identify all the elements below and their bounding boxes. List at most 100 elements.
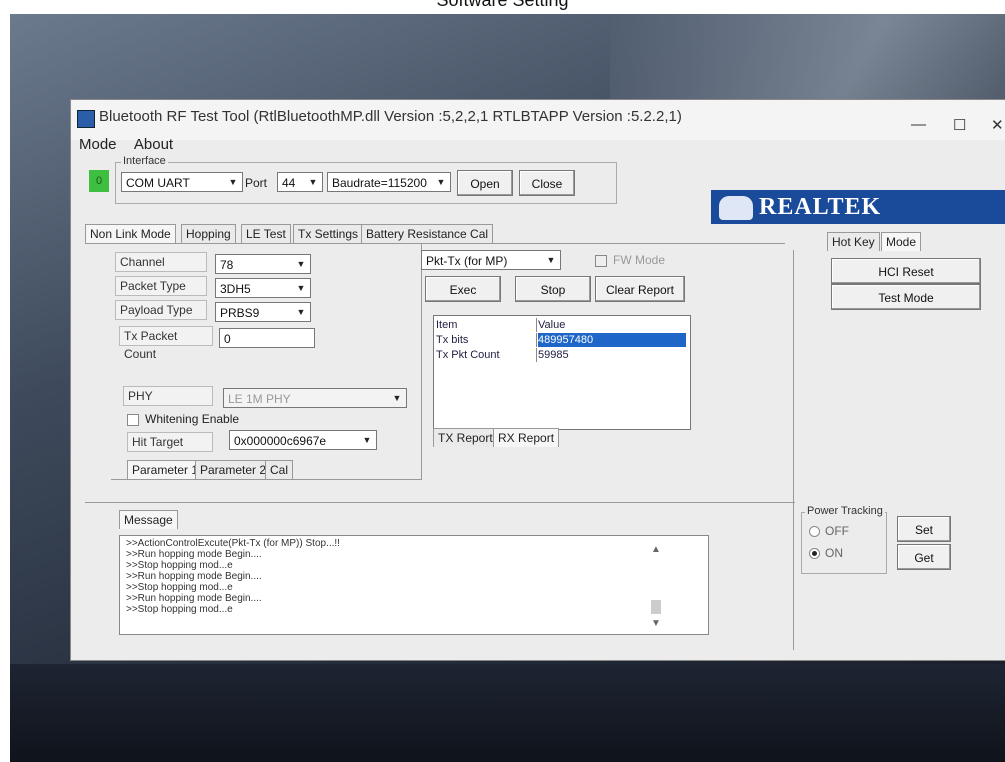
packet-type-label: Packet Type	[115, 276, 207, 296]
test-mode-select[interactable]: Pkt-Tx (for MP) ▼	[421, 250, 561, 270]
report-value: 59985	[538, 349, 569, 361]
tab-hot-key[interactable]: Hot Key	[827, 232, 880, 251]
app-icon	[77, 110, 95, 128]
whitening-enable-label: Whitening Enable	[145, 412, 240, 426]
payload-type-label: Payload Type	[115, 300, 207, 320]
realtek-brand-name: REALTEK	[759, 194, 882, 220]
phy-select[interactable]: LE 1M PHY ▼	[223, 388, 407, 408]
app-window: Bluetooth RF Test Tool (RtlBluetoothMP.d…	[70, 99, 1005, 661]
chevron-down-icon: ▼	[362, 435, 372, 445]
hci-reset-button[interactable]: HCI Reset	[831, 258, 981, 284]
close-window-button[interactable]: ✕	[991, 116, 1004, 134]
whitening-enable-checkbox[interactable]: Whitening Enable	[127, 412, 239, 426]
report-row[interactable]: Tx bits 489957480	[434, 333, 690, 347]
scroll-up-icon: ▲	[651, 544, 661, 555]
connection-status-indicator: 0	[89, 170, 109, 192]
report-header-row: Item Value	[434, 318, 690, 332]
tx-packet-count-input[interactable]: 0	[219, 328, 315, 348]
tab-divider	[85, 243, 785, 244]
chevron-down-icon: ▼	[296, 259, 306, 269]
tab-cal[interactable]: Cal	[265, 460, 294, 479]
chevron-down-icon: ▼	[436, 177, 446, 187]
window-title: Bluetooth RF Test Tool (RtlBluetoothMP.d…	[99, 108, 682, 125]
chevron-down-icon: ▼	[296, 307, 306, 317]
log-line: >>Run hopping mode Begin....	[126, 549, 262, 560]
chevron-down-icon: ▼	[392, 393, 402, 403]
param-tab-divider	[111, 479, 421, 480]
caption: Software Setting	[436, 0, 569, 10]
menu-mode[interactable]: Mode	[79, 136, 117, 153]
tab-hopping[interactable]: Hopping	[181, 224, 236, 243]
log-line: >>ActionControlExcute(Pkt-Tx (for MP)) S…	[126, 538, 340, 549]
message-divider	[85, 502, 795, 503]
interface-type-value: COM UART	[126, 176, 190, 190]
port-select[interactable]: 44 ▼	[277, 172, 323, 192]
log-line: >>Stop hopping mod...e	[126, 582, 233, 593]
clear-report-button[interactable]: Clear Report	[595, 276, 685, 302]
power-tracking-label: Power Tracking	[805, 505, 885, 517]
get-button[interactable]: Get	[897, 544, 951, 570]
fw-mode-checkbox[interactable]: FW Mode	[595, 253, 665, 267]
checkbox-icon	[595, 254, 607, 267]
log-line: >>Run hopping mode Begin....	[126, 571, 262, 582]
test-mode-button[interactable]: Test Mode	[831, 284, 981, 310]
settings-vertical-divider	[421, 244, 422, 480]
power-tracking-off-radio[interactable]: OFF	[809, 524, 849, 538]
exec-button[interactable]: Exec	[425, 276, 501, 302]
phy-label: PHY	[123, 386, 213, 406]
tab-rx-report[interactable]: RX Report	[493, 428, 560, 447]
channel-select[interactable]: 78 ▼	[215, 254, 311, 274]
channel-label: Channel	[115, 252, 207, 272]
hit-target-value: 0x000000c6967e	[234, 434, 327, 448]
set-button[interactable]: Set	[897, 516, 951, 542]
hit-target-label: Hit Target	[127, 432, 213, 452]
tab-le-test[interactable]: LE Test	[241, 224, 291, 243]
interface-type-select[interactable]: COM UART ▼	[121, 172, 243, 192]
stop-button[interactable]: Stop	[515, 276, 591, 302]
report-value: 489957480	[538, 333, 686, 347]
tab-tx-report[interactable]: TX Report	[433, 428, 498, 447]
log-line: >>Stop hopping mod...e	[126, 604, 233, 615]
port-value: 44	[282, 176, 296, 190]
tab-battery-resistance-cal[interactable]: Battery Resistance Cal	[361, 224, 494, 243]
chevron-down-icon: ▼	[296, 283, 306, 293]
payload-type-select[interactable]: PRBS9 ▼	[215, 302, 311, 322]
tab-non-link-mode[interactable]: Non Link Mode	[85, 224, 176, 243]
tab-mode[interactable]: Mode	[881, 232, 922, 251]
close-button[interactable]: Close	[519, 170, 575, 196]
menu-bar: Mode About	[79, 136, 187, 153]
radio-icon	[809, 526, 820, 538]
chevron-down-icon: ▼	[228, 177, 238, 187]
tab-parameter-2[interactable]: Parameter 2	[195, 460, 272, 479]
message-log[interactable]: >>ActionControlExcute(Pkt-Tx (for MP)) S…	[119, 535, 709, 635]
report-row[interactable]: Tx Pkt Count 59985	[434, 348, 690, 362]
report-header-item: Item	[436, 318, 537, 332]
radio-selected-icon	[809, 548, 820, 560]
power-tracking-group	[801, 512, 887, 574]
power-tracking-on-label: ON	[825, 546, 843, 560]
tab-tx-settings[interactable]: Tx Settings	[293, 224, 364, 243]
maximize-button[interactable]: ☐	[953, 116, 966, 134]
hit-target-select[interactable]: 0x000000c6967e ▼	[229, 430, 377, 450]
log-line: >>Stop hopping mod...e	[126, 560, 233, 571]
power-tracking-off-label: OFF	[825, 524, 849, 538]
power-tracking-on-radio[interactable]: ON	[809, 546, 843, 560]
chevron-down-icon: ▼	[546, 255, 556, 265]
open-button[interactable]: Open	[457, 170, 513, 196]
tab-parameter-1[interactable]: Parameter 1	[127, 460, 204, 479]
packet-type-select[interactable]: 3DH5 ▼	[215, 278, 311, 298]
report-header-value: Value	[538, 319, 566, 331]
menu-about[interactable]: About	[134, 136, 173, 153]
test-mode-value: Pkt-Tx (for MP)	[426, 254, 508, 268]
minimize-button[interactable]: —	[911, 116, 926, 133]
phy-value: LE 1M PHY	[228, 392, 291, 406]
baudrate-select[interactable]: Baudrate=115200 ▼	[327, 172, 451, 192]
message-scrollbar[interactable]: ▲ ▼	[649, 540, 665, 630]
baudrate-value: Baudrate=115200	[332, 176, 427, 190]
scroll-thumb[interactable]	[651, 600, 661, 614]
packet-type-value: 3DH5	[220, 282, 251, 296]
tab-message[interactable]: Message	[119, 510, 178, 529]
checkbox-icon	[127, 413, 139, 426]
tx-packet-count-label: Tx Packet Count	[119, 326, 213, 361]
fw-mode-label: FW Mode	[613, 253, 666, 267]
